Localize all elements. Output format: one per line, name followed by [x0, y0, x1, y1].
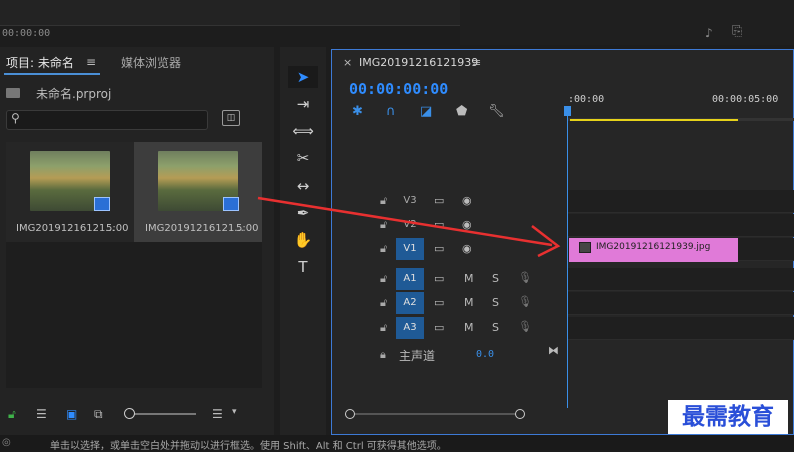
- annotation-arrow: [257, 196, 561, 258]
- arrow-head: [531, 225, 561, 258]
- arrow-shaft: [257, 196, 553, 247]
